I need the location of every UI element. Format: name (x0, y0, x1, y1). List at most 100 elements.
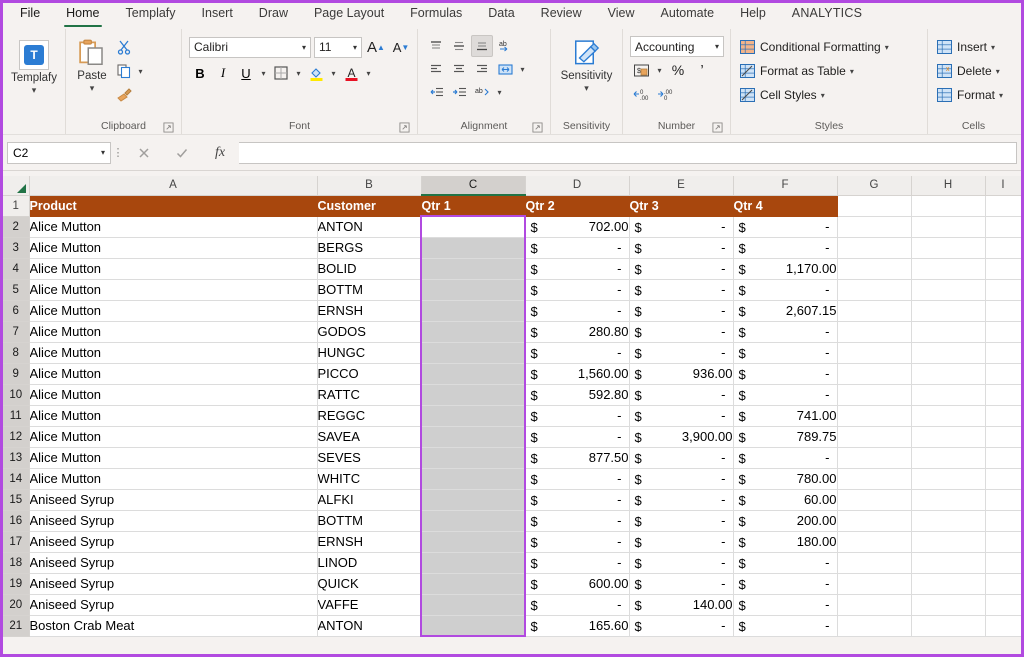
increase-font-size-button[interactable]: A ▲ (365, 36, 387, 58)
borders-button[interactable] (270, 62, 292, 84)
grid-cell[interactable] (985, 405, 1021, 427)
grid-cell[interactable] (985, 573, 1021, 595)
grid-cell[interactable] (837, 300, 912, 322)
formula-bar-grip[interactable]: ⋮ (111, 146, 125, 159)
ribbon-tab-templafy[interactable]: Templafy (113, 3, 189, 29)
grid-cell[interactable]: $ - (525, 468, 630, 490)
chevron-down-icon[interactable]: ▾ (654, 66, 665, 75)
row-header-12[interactable]: 12 (3, 426, 30, 448)
increase-decimal-button[interactable]: 0 .00 (630, 83, 652, 105)
grid-cell[interactable]: $ - (525, 279, 630, 301)
grid-cell[interactable]: Alice Mutton (29, 258, 318, 280)
grid-cell[interactable]: $ - (733, 279, 838, 301)
grid-cell[interactable]: $ - (629, 510, 734, 532)
grid-cell[interactable]: $ - (733, 447, 838, 469)
grid-cell[interactable]: Aniseed Syrup (29, 573, 318, 595)
decrease-font-size-button[interactable]: A ▼ (390, 36, 412, 58)
column-header-I[interactable]: I (985, 176, 1021, 196)
grid-cell[interactable]: Boston Crab Meat (29, 615, 318, 637)
grid-cell[interactable]: $ - (733, 384, 838, 406)
grid-cell[interactable] (421, 531, 526, 553)
font-size-combo[interactable]: 11 ▾ (314, 36, 362, 58)
grid-cell[interactable]: $936.00 (629, 363, 734, 385)
grid-cell[interactable]: Aniseed Syrup (29, 510, 318, 532)
insert-function-button[interactable]: fx (201, 141, 239, 165)
underline-button[interactable]: U (235, 62, 257, 84)
grid-cell[interactable] (911, 300, 986, 322)
grid-cell[interactable]: Alice Mutton (29, 468, 318, 490)
grid-cell[interactable] (985, 531, 1021, 553)
align-middle-button[interactable] (448, 35, 470, 57)
row-header-3[interactable]: 3 (3, 237, 30, 259)
row-header-15[interactable]: 15 (3, 489, 30, 511)
grid-cell[interactable]: Alice Mutton (29, 384, 318, 406)
grid-cell[interactable]: $ - (525, 258, 630, 280)
grid-cell[interactable]: $600.00 (525, 573, 630, 595)
grid-cell[interactable]: $280.80 (525, 321, 630, 343)
chevron-down-icon[interactable]: ▾ (328, 69, 339, 78)
grid-cell[interactable] (837, 279, 912, 301)
align-top-button[interactable] (425, 35, 447, 57)
grid-cell[interactable]: $ - (733, 552, 838, 574)
column-header-F[interactable]: F (733, 176, 838, 196)
grid-cell[interactable]: Alice Mutton (29, 447, 318, 469)
grid-cell[interactable] (911, 342, 986, 364)
row-header-9[interactable]: 9 (3, 363, 30, 385)
cells-insert-button[interactable]: Insert ▾ (936, 36, 1003, 58)
grid-cell[interactable] (985, 258, 1021, 280)
grid-cell[interactable]: RATTC (317, 384, 422, 406)
grid-cell[interactable]: Alice Mutton (29, 426, 318, 448)
column-header-E[interactable]: E (629, 176, 734, 196)
grid-cell[interactable]: $780.00 (733, 468, 838, 490)
row-header-20[interactable]: 20 (3, 594, 30, 616)
row-header-21[interactable]: 21 (3, 615, 30, 637)
grid-cell[interactable] (985, 489, 1021, 511)
format-painter-button[interactable] (113, 84, 135, 106)
grid-cell[interactable]: $ - (629, 300, 734, 322)
font-color-button[interactable]: A (340, 62, 362, 84)
sensitivity-button[interactable]: Sensitivity ▾ (555, 36, 619, 93)
grid-cell[interactable] (985, 342, 1021, 364)
grid-cell[interactable]: $ - (629, 468, 734, 490)
grid-cell[interactable]: $ - (629, 489, 734, 511)
templafy-button[interactable]: T Templafy ▾ (5, 38, 63, 95)
copy-button[interactable] (113, 60, 135, 82)
chevron-down-icon[interactable]: ▾ (258, 69, 269, 78)
grid-cell[interactable] (911, 615, 986, 637)
grid-cell[interactable]: ANTON (317, 615, 422, 637)
grid-cell[interactable]: GODOS (317, 321, 422, 343)
grid-cell[interactable]: $ - (525, 342, 630, 364)
grid-cell[interactable]: $ - (733, 216, 838, 238)
chevron-down-icon[interactable]: ▾ (494, 88, 505, 97)
grid-cell[interactable]: $ - (733, 594, 838, 616)
ribbon-tab-page-layout[interactable]: Page Layout (301, 3, 397, 29)
grid-cell[interactable] (837, 237, 912, 259)
grid-cell[interactable] (421, 426, 526, 448)
grid-cell[interactable]: ALFKI (317, 489, 422, 511)
ribbon-tab-file[interactable]: File (7, 3, 53, 29)
grid-cell[interactable]: $ - (733, 615, 838, 637)
grid-cell[interactable] (985, 237, 1021, 259)
grid-cell[interactable] (911, 594, 986, 616)
row-header-8[interactable]: 8 (3, 342, 30, 364)
number-format-combo[interactable]: Accounting ▾ (630, 36, 724, 57)
chevron-down-icon[interactable]: ▾ (32, 86, 37, 95)
row-header-5[interactable]: 5 (3, 279, 30, 301)
grid-cell[interactable]: REGGC (317, 405, 422, 427)
grid-cell[interactable]: PICCO (317, 363, 422, 385)
bold-button[interactable]: B (189, 62, 211, 84)
row-header-13[interactable]: 13 (3, 447, 30, 469)
grid-cell[interactable]: $ - (629, 321, 734, 343)
grid-cell[interactable] (911, 447, 986, 469)
grid-cell[interactable] (837, 426, 912, 448)
cells-format-button[interactable]: Format ▾ (936, 84, 1003, 106)
grid-cell[interactable]: $ - (733, 363, 838, 385)
chevron-down-icon[interactable]: ▾ (293, 69, 304, 78)
grid-cell[interactable]: $ - (629, 447, 734, 469)
dialog-launcher-icon[interactable] (399, 122, 410, 133)
row-header-19[interactable]: 19 (3, 573, 30, 595)
grid-cell[interactable]: Alice Mutton (29, 279, 318, 301)
font-name-combo[interactable]: Calibri ▾ (189, 36, 311, 58)
cells-delete-button[interactable]: x Delete ▾ (936, 60, 1003, 82)
row-header-18[interactable]: 18 (3, 552, 30, 574)
